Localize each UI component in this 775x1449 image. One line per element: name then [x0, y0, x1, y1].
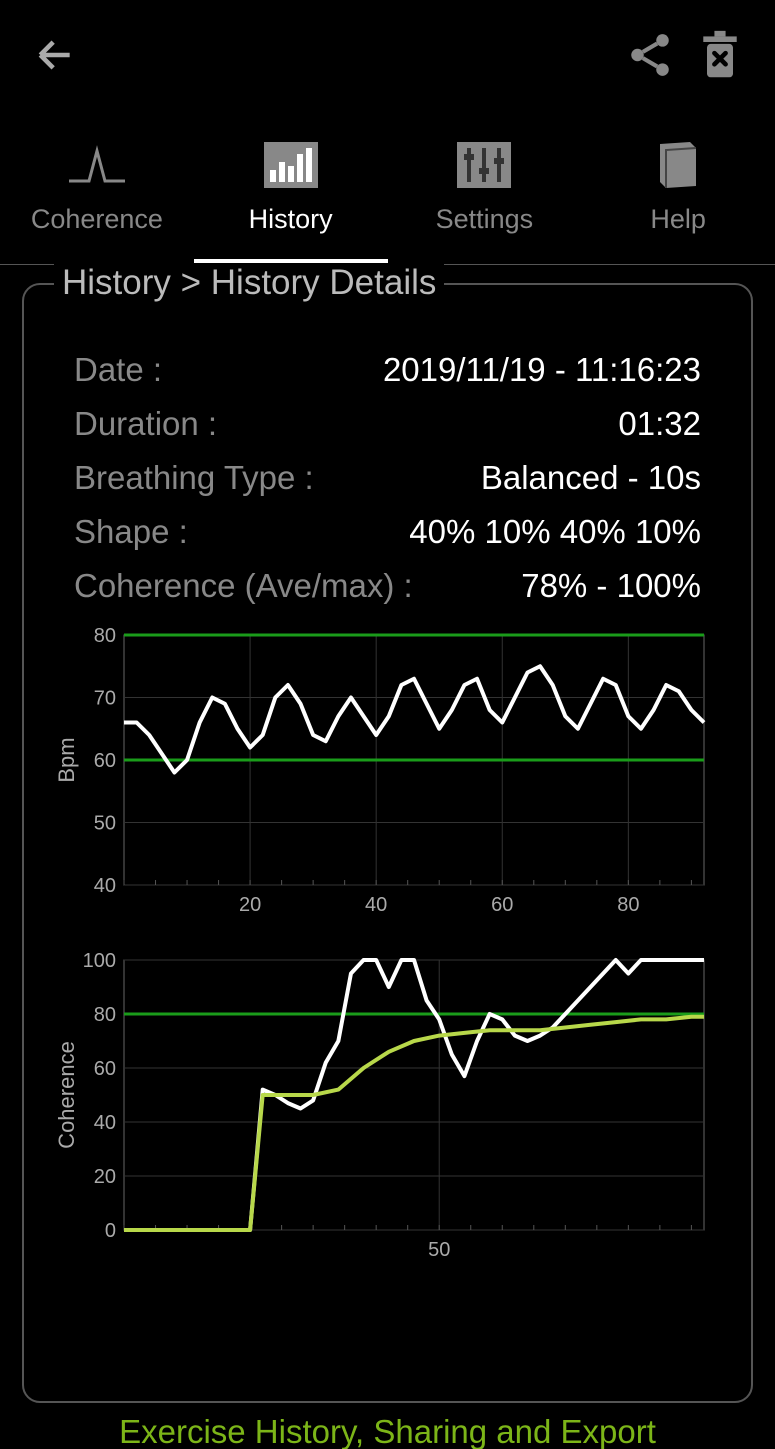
svg-text:40: 40: [94, 875, 116, 897]
duration-label: Duration :: [74, 405, 217, 443]
bar-chart-icon: [261, 140, 321, 190]
tab-history[interactable]: History: [194, 110, 388, 264]
tab-label: Settings: [436, 204, 534, 235]
shape-value: 40% 10% 40% 10%: [409, 513, 701, 551]
svg-text:40: 40: [94, 1112, 116, 1134]
duration-value: 01:32: [618, 405, 701, 443]
date-value: 2019/11/19 - 11:16:23: [383, 351, 701, 389]
svg-text:70: 70: [94, 688, 116, 710]
tab-label: Help: [650, 204, 706, 235]
svg-text:Coherence: Coherence: [54, 1041, 79, 1149]
tab-label: History: [249, 204, 333, 235]
svg-text:20: 20: [94, 1166, 116, 1188]
delete-button[interactable]: [685, 20, 755, 90]
back-button[interactable]: [20, 20, 90, 90]
bpm-chart: 40 50 60 70 80 20 40 60 80 Bpm: [54, 625, 721, 930]
svg-text:80: 80: [617, 894, 639, 916]
svg-text:0: 0: [105, 1220, 116, 1242]
svg-text:60: 60: [491, 894, 513, 916]
tab-coherence[interactable]: Coherence: [0, 110, 194, 264]
svg-text:Bpm: Bpm: [54, 737, 79, 782]
svg-text:50: 50: [428, 1239, 450, 1261]
tab-help[interactable]: Help: [581, 110, 775, 264]
svg-text:50: 50: [94, 813, 116, 835]
book-icon: [648, 140, 708, 190]
svg-text:20: 20: [239, 894, 261, 916]
footer-caption: Exercise History, Sharing and Export: [0, 1413, 775, 1449]
svg-text:100: 100: [83, 950, 116, 972]
svg-text:80: 80: [94, 1004, 116, 1026]
breathing-type-value: Balanced - 10s: [481, 459, 701, 497]
breathing-type-label: Breathing Type :: [74, 459, 314, 497]
share-button[interactable]: [615, 20, 685, 90]
coherence-value: 78% - 100%: [521, 567, 701, 605]
svg-text:40: 40: [365, 894, 387, 916]
tab-label: Coherence: [31, 204, 163, 235]
date-label: Date :: [74, 351, 162, 389]
svg-text:80: 80: [94, 625, 116, 647]
breadcrumb: History > History Details: [54, 263, 444, 303]
shape-label: Shape :: [74, 513, 188, 551]
coherence-chart: 0 20 40 60 80 100 50 Coherence: [54, 950, 721, 1275]
history-details-panel: History > History Details Date :2019/11/…: [22, 283, 753, 1403]
svg-text:60: 60: [94, 750, 116, 772]
sliders-icon: [454, 140, 514, 190]
tab-settings[interactable]: Settings: [388, 110, 582, 264]
svg-text:60: 60: [94, 1058, 116, 1080]
pulse-icon: [67, 140, 127, 190]
coherence-label: Coherence (Ave/max) :: [74, 567, 413, 605]
